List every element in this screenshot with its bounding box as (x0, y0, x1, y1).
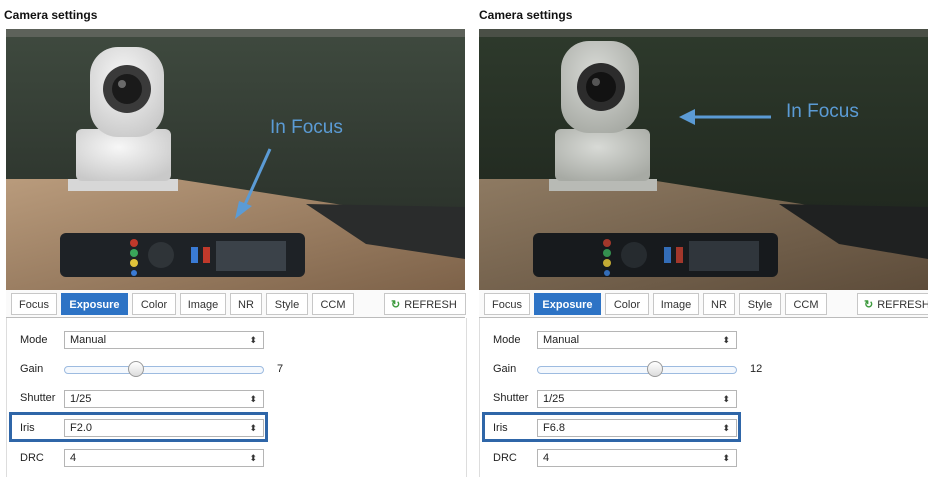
gain-slider-thumb[interactable] (647, 361, 663, 377)
gain-slider-thumb[interactable] (128, 361, 144, 377)
camera-settings-panel-right: Camera settings In Focus Focus Exposure … (474, 0, 928, 477)
drc-value: 4 (70, 452, 77, 464)
iris-highlight-box (9, 412, 268, 442)
shutter-select[interactable]: 1/25 ⬍ (64, 390, 264, 408)
select-arrows-icon: ⬍ (722, 453, 730, 463)
refresh-button[interactable]: ↻ REFRESH (384, 293, 466, 315)
tab-color[interactable]: Color (605, 293, 649, 315)
gain-value: 12 (750, 363, 763, 375)
settings-tabs: Focus Exposure Color Image NR Style CCM … (6, 290, 466, 318)
annotation-label: In Focus (270, 117, 343, 138)
select-arrows-icon: ⬍ (722, 394, 730, 404)
gain-slider-track (537, 366, 737, 374)
settings-tabs: Focus Exposure Color Image NR Style CCM … (479, 290, 928, 318)
iris-highlight-box (482, 412, 741, 442)
tab-ccm[interactable]: CCM (312, 293, 354, 315)
exposure-form: Mode Manual ⬍ Gain 7 Shutter 1/25 ⬍ Iris… (6, 318, 467, 477)
mode-select[interactable]: Manual ⬍ (537, 331, 737, 349)
page-title: Camera settings (4, 8, 98, 22)
drc-select[interactable]: 4 ⬍ (537, 449, 737, 467)
gain-slider[interactable] (537, 361, 737, 377)
page-title: Camera settings (479, 8, 573, 22)
annotation-label: In Focus (786, 101, 859, 122)
tab-nr[interactable]: NR (703, 293, 735, 315)
mode-label: Mode (20, 334, 48, 346)
select-arrows-icon: ⬍ (249, 394, 257, 404)
drc-label: DRC (493, 452, 517, 464)
tab-style[interactable]: Style (266, 293, 308, 315)
select-arrows-icon: ⬍ (249, 335, 257, 345)
refresh-label: REFRESH (404, 299, 457, 311)
select-arrows-icon: ⬍ (722, 335, 730, 345)
shutter-value: 1/25 (543, 393, 565, 405)
gain-label: Gain (20, 363, 44, 375)
tab-nr[interactable]: NR (230, 293, 262, 315)
tab-focus[interactable]: Focus (484, 293, 530, 315)
drc-select[interactable]: 4 ⬍ (64, 449, 264, 467)
tab-image[interactable]: Image (180, 293, 226, 315)
gain-slider[interactable] (64, 361, 264, 377)
select-arrows-icon: ⬍ (249, 453, 257, 463)
drc-label: DRC (20, 452, 44, 464)
mode-select[interactable]: Manual ⬍ (64, 331, 264, 349)
mode-value: Manual (543, 334, 580, 346)
tab-style[interactable]: Style (739, 293, 781, 315)
tab-exposure[interactable]: Exposure (61, 293, 128, 315)
tab-color[interactable]: Color (132, 293, 176, 315)
shutter-value: 1/25 (70, 393, 92, 405)
camera-preview: In Focus (6, 29, 465, 290)
shutter-label: Shutter (20, 392, 56, 404)
tab-exposure[interactable]: Exposure (534, 293, 601, 315)
refresh-button[interactable]: ↻ REFRESH (857, 293, 928, 315)
camera-settings-panel-left: Camera settings In Focus Focus Exposure … (0, 0, 470, 477)
camera-preview: In Focus (479, 29, 928, 290)
drc-value: 4 (543, 452, 550, 464)
gain-label: Gain (493, 363, 517, 375)
camera-preview-image (6, 29, 465, 290)
camera-preview-image (479, 29, 928, 290)
tab-image[interactable]: Image (653, 293, 699, 315)
tab-focus[interactable]: Focus (11, 293, 57, 315)
gain-value: 7 (277, 363, 284, 375)
gain-slider-track (64, 366, 264, 374)
mode-value: Manual (70, 334, 107, 346)
exposure-form: Mode Manual ⬍ Gain 12 Shutter 1/25 ⬍ Iri… (479, 318, 928, 477)
shutter-label: Shutter (493, 392, 529, 404)
tab-ccm[interactable]: CCM (785, 293, 827, 315)
refresh-label: REFRESH (877, 299, 928, 311)
mode-label: Mode (493, 334, 521, 346)
shutter-select[interactable]: 1/25 ⬍ (537, 390, 737, 408)
refresh-icon: ↻ (864, 299, 874, 311)
refresh-icon: ↻ (391, 299, 401, 311)
